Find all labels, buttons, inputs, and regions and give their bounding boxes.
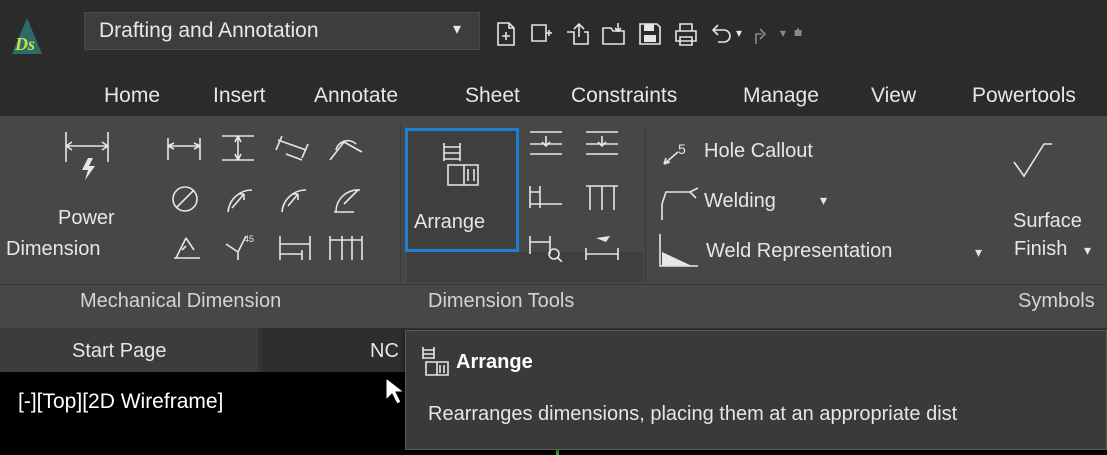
tab-document-label: NC — [370, 340, 399, 362]
new-sheet-icon[interactable] — [528, 20, 556, 48]
panel-label-dimension-tools: Dimension Tools — [428, 290, 575, 312]
svg-text:45: 45 — [244, 234, 254, 244]
tab-manage[interactable]: Manage — [743, 84, 819, 108]
arc-length-icon[interactable] — [330, 184, 366, 216]
align-dimension-icon[interactable] — [526, 182, 566, 212]
svg-text:5: 5 — [678, 141, 686, 157]
tab-start-page-label: Start Page — [72, 340, 167, 362]
arrange-icon — [443, 143, 479, 186]
panel-label-mechanical-dimension: Mechanical Dimension — [80, 290, 282, 312]
tooltip-description: Rearranges dimensions, placing them at a… — [428, 403, 958, 425]
radius-dimension-icon[interactable] — [224, 186, 258, 214]
surface-finish-label-2[interactable]: Finish — [1014, 238, 1067, 261]
diameter-dimension-icon[interactable] — [170, 184, 200, 214]
arrange-label: Arrange — [414, 211, 486, 233]
tooltip-title: Arrange — [456, 351, 533, 373]
arrange-button[interactable]: Arrange — [405, 128, 519, 252]
tab-view[interactable]: View — [871, 84, 916, 108]
redo-dropdown-icon[interactable]: ▾ — [780, 26, 786, 40]
print-icon[interactable] — [672, 20, 700, 48]
surface-finish-label[interactable]: Surface — [1013, 210, 1082, 233]
jogged-radius-icon[interactable] — [278, 186, 312, 214]
hole-callout-label[interactable]: Hole Callout — [704, 140, 813, 163]
jogged-linear-icon[interactable] — [582, 232, 622, 262]
panel-label-symbols: Symbols — [1018, 290, 1095, 312]
break-dimension-icon[interactable] — [526, 128, 566, 158]
panel-label-divider — [0, 284, 1107, 285]
chevron-down-icon: ▾ — [453, 21, 462, 38]
tab-home[interactable]: Home — [104, 84, 160, 108]
hole-callout-icon[interactable]: 5 — [660, 140, 700, 170]
adjust-dimension-icon[interactable] — [582, 182, 622, 212]
vertical-dimension-icon[interactable] — [218, 132, 258, 164]
workspace-label: Drafting and Annotation — [99, 19, 319, 42]
new-document-icon[interactable] — [492, 20, 520, 48]
welding-label[interactable]: Welding — [704, 190, 776, 213]
power-dimension-label[interactable]: Power — [58, 207, 115, 230]
tab-insert[interactable]: Insert — [213, 84, 266, 108]
weld-representation-icon[interactable] — [656, 232, 702, 268]
baseline-dimension-icon[interactable] — [276, 232, 314, 262]
tab-powertools[interactable]: Powertools — [972, 84, 1076, 108]
welding-icon[interactable] — [656, 186, 702, 222]
redo-icon[interactable] — [748, 20, 776, 48]
chamfer-dimension-icon[interactable]: 45 — [222, 230, 260, 262]
weld-representation-dropdown-icon[interactable]: ▾ — [975, 244, 982, 261]
ordinate-dimension-icon[interactable] — [170, 232, 204, 262]
space-dimension-icon[interactable] — [582, 128, 622, 158]
welding-dropdown-icon[interactable]: ▾ — [820, 192, 827, 209]
weld-representation-label[interactable]: Weld Representation — [706, 240, 892, 263]
inspect-dimension-icon[interactable] — [526, 232, 566, 262]
tab-sheet[interactable]: Sheet — [465, 84, 520, 108]
linear-dimension-icon[interactable] — [164, 134, 204, 164]
workspace-dropdown[interactable]: Drafting and Annotation ▾ — [84, 12, 480, 50]
ribbon-tab-bar — [0, 66, 1107, 116]
surface-finish-dropdown-icon[interactable]: ▾ — [1084, 242, 1091, 259]
tooltip: Arrange Rearranges dimensions, placing t… — [405, 330, 1107, 450]
svg-text:Ds: Ds — [14, 34, 35, 54]
customize-icon[interactable]: ⩧ — [794, 24, 802, 41]
cursor-arrow-icon — [385, 376, 406, 405]
power-dimension-icon[interactable] — [62, 128, 114, 184]
surface-finish-icon[interactable] — [1010, 138, 1054, 184]
arrange-icon — [422, 347, 449, 376]
continue-dimension-icon[interactable] — [326, 232, 366, 262]
open-icon[interactable] — [564, 20, 592, 48]
app-logo-icon[interactable]: Ds — [10, 16, 44, 56]
power-dimension-label-2[interactable]: Dimension — [6, 238, 100, 261]
aligned-dimension-icon[interactable] — [272, 132, 312, 166]
undo-icon[interactable] — [706, 20, 734, 48]
tab-constraints[interactable]: Constraints — [571, 84, 677, 108]
angular-dimension-icon[interactable] — [326, 132, 366, 166]
undo-dropdown-icon[interactable]: ▾ — [736, 26, 742, 40]
save-icon[interactable] — [636, 20, 664, 48]
viewport-label[interactable]: [-][Top][2D Wireframe] — [18, 390, 223, 414]
tab-annotate[interactable]: Annotate — [314, 84, 398, 108]
import-icon[interactable] — [600, 20, 628, 48]
